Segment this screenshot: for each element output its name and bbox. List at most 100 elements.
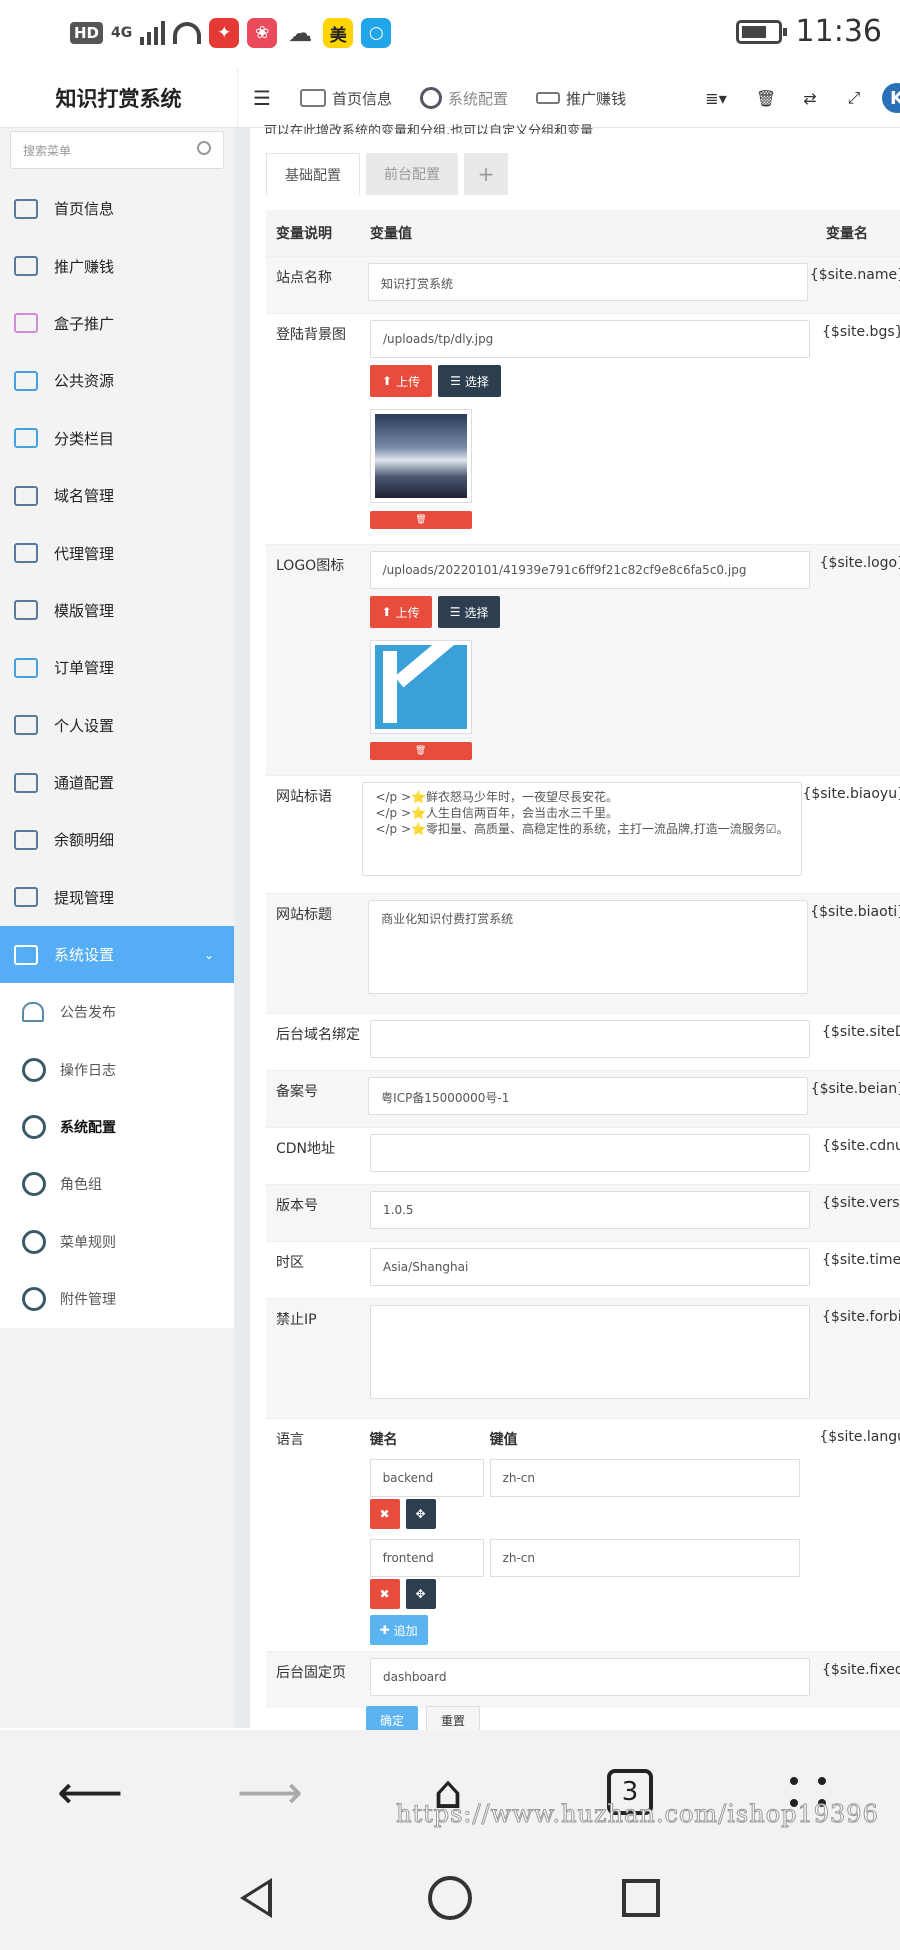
top-nav: ☰ 首页信息 系统配置 推广赚钱 — [238, 68, 640, 128]
translate-icon[interactable]: ⇄ — [788, 89, 832, 108]
home-info-icon — [14, 198, 38, 219]
top-tab-promote[interactable]: 推广赚钱 — [522, 68, 640, 128]
list-dropdown-icon[interactable]: ≣▾ — [688, 89, 744, 108]
search-app-icon: ○ — [361, 18, 392, 48]
system-nav-bar — [0, 1850, 900, 1950]
sidebar-item-box-promo[interactable]: 盒子推广 — [0, 295, 234, 352]
sidebar-item-template[interactable]: 模版管理 — [0, 582, 234, 639]
main-content: 可以在此增改系统的变量和分组,也可以自定义分组和变量 基础配置 前台配置 + 变… — [234, 124, 900, 1728]
delete-image-button[interactable]: 🗑 — [369, 742, 472, 760]
sidebar-item-label: 订单管理 — [54, 659, 115, 678]
login-bg-thumbnail — [370, 409, 472, 503]
top-tab-home[interactable]: 首页信息 — [286, 68, 406, 128]
table-row: 后台固定页 dashboard {$site.fixed — [266, 1651, 900, 1708]
browser-toolbar: ⟵ ⟶ ⌂ 3 https://www.huzhan.com/ishop1939… — [0, 1730, 900, 1850]
sidebar-item-orders[interactable]: 订单管理 — [0, 639, 234, 696]
version-input[interactable]: 1.0.5 — [370, 1191, 810, 1229]
nav-back-icon[interactable] — [236, 1876, 280, 1920]
search-input[interactable]: 搜索菜单 — [10, 131, 224, 169]
drag-pair-button[interactable]: ✥ — [405, 1579, 436, 1609]
fixed-page-input[interactable]: dashboard — [370, 1658, 810, 1696]
sidebar-item-domain[interactable]: 域名管理 — [0, 467, 234, 524]
beian-input[interactable]: 粤ICP备15000000号-1 — [368, 1077, 809, 1115]
row-label: 后台域名绑定 — [276, 1027, 360, 1043]
admin-domain-input[interactable] — [370, 1020, 810, 1058]
kv-key-input[interactable]: frontend — [369, 1539, 484, 1577]
sidebar-subitem-menu-rules[interactable]: 菜单规则 — [0, 1213, 234, 1271]
circle-icon — [22, 1057, 46, 1082]
sidebar-item-home[interactable]: 首页信息 — [0, 180, 234, 237]
top-tab-label: 系统配置 — [448, 89, 509, 108]
sidebar-item-balance[interactable]: 余额明细 — [0, 811, 234, 868]
row-label: 备案号 — [276, 1084, 318, 1100]
upload-button[interactable]: ⬆ 上传 — [369, 596, 432, 628]
column-header-desc: 变量说明 — [276, 226, 332, 242]
kv-key-input[interactable]: backend — [369, 1459, 484, 1497]
sidebar-item-personal[interactable]: 个人设置 — [0, 697, 234, 754]
sidebar-subitem-attachments[interactable]: 附件管理 — [0, 1270, 234, 1328]
tab-basic-config[interactable]: 基础配置 — [266, 153, 360, 195]
back-arrow-icon[interactable]: ⟵ — [57, 1762, 123, 1822]
sidebar-item-label: 系统设置 — [54, 946, 115, 965]
sidebar-subitem-roles[interactable]: 角色组 — [0, 1155, 234, 1214]
login-bg-input[interactable]: /uploads/tp/dly.jpg — [370, 320, 810, 358]
row-label: 站点名称 — [276, 270, 332, 286]
top-tab-system-config[interactable]: 系统配置 — [406, 68, 522, 128]
tab-frontend-config[interactable]: 前台配置 — [366, 153, 458, 195]
sidebar-item-withdraw[interactable]: 提现管理 — [0, 869, 234, 926]
site-title-textarea[interactable]: 商业化知识付费打赏系统 — [368, 900, 809, 994]
app-title[interactable]: 知识打赏系统 — [0, 68, 238, 128]
logo-input[interactable]: /uploads/20220101/41939e791c6ff9f21c82cf… — [369, 551, 810, 589]
login-bg-image — [375, 414, 467, 498]
kv-pair: backend zh-cn — [369, 1459, 820, 1497]
trash-icon[interactable]: 🗑 — [744, 89, 788, 108]
timezone-input[interactable]: Asia/Shanghai — [370, 1248, 810, 1286]
site-name-input[interactable]: 知识打赏系统 — [368, 263, 809, 301]
kv-value-input[interactable]: zh-cn — [489, 1459, 800, 1497]
fullscreen-icon[interactable]: ⤢ — [832, 88, 876, 108]
kv-value-input[interactable]: zh-cn — [489, 1539, 800, 1577]
forward-arrow-icon[interactable]: ⟶ — [237, 1762, 303, 1822]
nav-home-icon[interactable] — [428, 1876, 472, 1920]
sidebar-item-agent[interactable]: 代理管理 — [0, 524, 234, 581]
withdraw-icon — [14, 887, 38, 908]
circle-icon — [22, 1172, 46, 1197]
forbid-ip-textarea[interactable] — [370, 1305, 810, 1399]
avatar-k-icon[interactable]: K — [882, 83, 900, 113]
drag-pair-button[interactable]: ✥ — [405, 1499, 436, 1529]
menu-toggle-icon[interactable]: ☰ — [238, 86, 286, 110]
table-row: 后台域名绑定 {$site.siteD — [266, 1013, 900, 1070]
add-tab-button[interactable]: + — [464, 153, 508, 195]
sidebar-item-label: 个人设置 — [54, 716, 115, 735]
sidebar-item-system-settings[interactable]: 系统设置 ⌄ — [0, 926, 234, 984]
table-row: LOGO图标 /uploads/20220101/41939e791c6ff9f… — [266, 544, 900, 775]
sidebar-subitem-notice[interactable]: 公告发布 — [0, 983, 234, 1041]
cart-icon — [14, 543, 38, 564]
upload-button[interactable]: ⬆ 上传 — [370, 365, 433, 397]
trash-icon: 🗑 — [414, 746, 427, 756]
sidebar-item-channel[interactable]: 通道配置 — [0, 754, 234, 811]
sidebar-subitem-system-config[interactable]: 系统配置 — [0, 1098, 234, 1156]
remove-pair-button[interactable]: ✖ — [369, 1579, 400, 1609]
top-tab-label: 推广赚钱 — [566, 89, 627, 108]
remove-pair-button[interactable]: ✖ — [369, 1499, 400, 1529]
nav-recents-icon[interactable] — [622, 1879, 660, 1917]
slogan-textarea[interactable]: </p >⭐鲜衣怒马少年时，一夜望尽長安花。 </p >⭐人生自信两百年，会当击… — [362, 782, 803, 876]
add-pair-button[interactable]: ✚ 追加 — [369, 1615, 428, 1645]
cdn-input[interactable] — [370, 1134, 810, 1172]
choose-button[interactable]: ☰ 选择 — [438, 365, 501, 397]
sidebar-item-category[interactable]: 分类栏目 — [0, 410, 234, 467]
sidebar-item-resources[interactable]: 公共资源 — [0, 352, 234, 409]
choose-button[interactable]: ☰ 选择 — [437, 596, 501, 628]
app-header: 知识打赏系统 ☰ 首页信息 系统配置 推广赚钱 ≣▾ 🗑 ⇄ ⤢ K — [0, 68, 900, 128]
sidebar-item-label: 域名管理 — [54, 487, 115, 506]
sidebar-subitem-log[interactable]: 操作日志 — [0, 1040, 234, 1099]
personal-settings-icon — [14, 715, 38, 736]
table-row: 禁止IP {$site.forbi — [266, 1298, 900, 1418]
delete-image-button[interactable]: 🗑 — [370, 511, 472, 529]
move-icon: ✥ — [415, 1587, 426, 1601]
search-placeholder: 搜索菜单 — [23, 144, 72, 158]
screen: HD 4G ✦ ❀ ☁ 美 ○ 11:36 知识打赏系统 ☰ 首页信息 系统配置 — [0, 0, 900, 1950]
sidebar-item-promote[interactable]: 推广赚钱 — [0, 237, 234, 294]
search-icon[interactable] — [197, 141, 211, 155]
